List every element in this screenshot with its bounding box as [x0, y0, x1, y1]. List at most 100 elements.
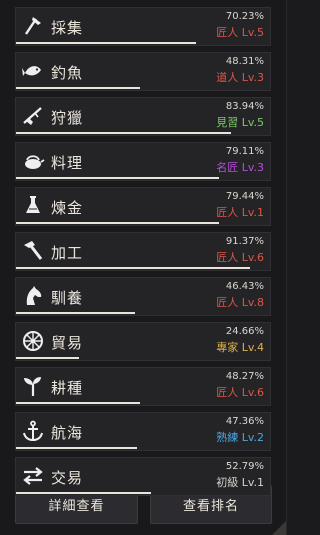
skill-row[interactable]: 狩獵 83.94% 見習 Lv.5 — [15, 97, 271, 136]
fish-icon — [20, 58, 46, 84]
skill-rank-level: 匠人 Lv.5 — [216, 24, 264, 40]
skill-progress-bar — [16, 312, 272, 314]
skill-row[interactable]: 加工 91.37% 匠人 Lv.6 — [15, 232, 271, 271]
cooking-pot-icon — [20, 148, 46, 174]
skill-progress-fill — [16, 357, 80, 359]
skill-name: 交易 — [51, 469, 84, 487]
skill-progress-percent: 48.31% — [225, 56, 264, 67]
horse-head-icon — [20, 283, 46, 309]
skill-row[interactable]: 料理 79.11% 名匠 Lv.3 — [15, 142, 271, 181]
skill-rank: 匠人 — [216, 26, 239, 39]
skill-progress-fill — [16, 267, 250, 269]
skill-level: Lv.6 — [241, 251, 264, 264]
skill-progress-bar — [16, 402, 272, 404]
skill-rank: 道人 — [216, 71, 239, 84]
skill-progress-bar — [16, 222, 272, 224]
skill-level: Lv.6 — [241, 386, 264, 399]
skill-rank-level: 道人 Lv.3 — [216, 69, 264, 85]
skill-name: 加工 — [51, 244, 84, 262]
skill-rank: 名匠 — [216, 161, 239, 174]
skill-row[interactable]: 交易 52.79% 初級 Lv.1 — [15, 457, 271, 496]
skill-row[interactable]: 航海 47.36% 熟練 Lv.2 — [15, 412, 271, 451]
skill-progress-percent: 83.94% — [225, 101, 264, 112]
skill-progress-percent: 24.66% — [225, 326, 264, 337]
skill-progress-fill — [16, 87, 140, 89]
skill-row[interactable]: 耕種 48.27% 匠人 Lv.6 — [15, 367, 271, 406]
skill-progress-fill — [16, 177, 219, 179]
life-skills-panel: 詳細查看 查看排名 採集 70.23% 匠人 Lv.5 釣魚 48.31% 道人 Lv.3… — [0, 0, 287, 535]
skill-name: 釣魚 — [51, 64, 84, 82]
skill-row[interactable]: 煉金 79.44% 匠人 Lv.1 — [15, 187, 271, 226]
skill-name: 料理 — [51, 154, 84, 172]
skill-rank-level: 匠人 Lv.8 — [216, 294, 264, 310]
skill-progress-percent: 79.44% — [225, 191, 264, 202]
skill-progress-percent: 46.43% — [225, 281, 264, 292]
skill-rank: 初級 — [216, 476, 239, 489]
skill-rank-level: 見習 Lv.5 — [216, 114, 264, 130]
skill-rank: 匠人 — [216, 206, 239, 219]
skill-progress-bar — [16, 87, 272, 89]
skill-progress-percent: 70.23% — [225, 11, 264, 22]
skill-rank-level: 匠人 Lv.1 — [216, 204, 264, 220]
skill-rank-level: 專家 Lv.4 — [216, 339, 264, 355]
hammer-icon — [20, 238, 46, 264]
skill-rank-level: 名匠 Lv.3 — [216, 159, 264, 175]
skill-progress-fill — [16, 492, 152, 494]
skill-level: Lv.5 — [241, 116, 264, 129]
skill-row[interactable]: 採集 70.23% 匠人 Lv.5 — [15, 7, 271, 46]
skill-name: 貿易 — [51, 334, 84, 352]
skill-rank-level: 熟練 Lv.2 — [216, 429, 264, 445]
skill-rank: 專家 — [216, 341, 239, 354]
skill-rank-level: 初級 Lv.1 — [216, 474, 264, 490]
wagon-wheel-icon — [20, 328, 46, 354]
flask-icon — [20, 193, 46, 219]
skill-progress-fill — [16, 132, 231, 134]
skill-row[interactable]: 貿易 24.66% 專家 Lv.4 — [15, 322, 271, 361]
skill-progress-fill — [16, 222, 220, 224]
skill-rank: 匠人 — [216, 251, 239, 264]
skill-progress-bar — [16, 132, 272, 134]
skill-progress-bar — [16, 447, 272, 449]
skill-name: 煉金 — [51, 199, 84, 217]
skill-progress-fill — [16, 447, 138, 449]
skill-progress-bar — [16, 357, 272, 359]
skill-progress-fill — [16, 402, 140, 404]
skill-name: 狩獵 — [51, 109, 84, 127]
skill-level: Lv.1 — [241, 206, 264, 219]
exchange-arrows-icon — [20, 463, 46, 489]
axe-icon — [20, 13, 46, 39]
skill-rank: 熟練 — [216, 431, 239, 444]
skill-rank-level: 匠人 Lv.6 — [216, 249, 264, 265]
skill-rank: 見習 — [216, 116, 239, 129]
skill-progress-percent: 79.11% — [225, 146, 264, 157]
skill-progress-percent: 52.79% — [225, 461, 264, 472]
skill-rank: 匠人 — [216, 296, 239, 309]
musket-icon — [20, 103, 46, 129]
skill-level: Lv.3 — [241, 71, 264, 84]
resize-corner-icon[interactable] — [272, 521, 286, 535]
skill-name: 耕種 — [51, 379, 84, 397]
skill-rank: 匠人 — [216, 386, 239, 399]
skill-row[interactable]: 馴養 46.43% 匠人 Lv.8 — [15, 277, 271, 316]
skill-level: Lv.2 — [241, 431, 264, 444]
anchor-icon — [20, 418, 46, 444]
skill-progress-bar — [16, 492, 272, 494]
skill-level: Lv.3 — [241, 161, 264, 174]
skill-level: Lv.8 — [241, 296, 264, 309]
skill-name: 航海 — [51, 424, 84, 442]
skill-progress-percent: 48.27% — [225, 371, 264, 382]
skill-level: Lv.4 — [241, 341, 264, 354]
skill-progress-bar — [16, 42, 272, 44]
skill-level: Lv.5 — [241, 26, 264, 39]
skill-progress-fill — [16, 312, 135, 314]
skill-progress-fill — [16, 42, 196, 44]
sprout-icon — [20, 373, 46, 399]
skill-row[interactable]: 釣魚 48.31% 道人 Lv.3 — [15, 52, 271, 91]
skill-progress-percent: 91.37% — [225, 236, 264, 247]
skill-progress-bar — [16, 267, 272, 269]
skill-progress-percent: 47.36% — [225, 416, 264, 427]
skill-name: 馴養 — [51, 289, 84, 307]
skill-progress-bar — [16, 177, 272, 179]
skill-level: Lv.1 — [241, 476, 264, 489]
skill-rank-level: 匠人 Lv.6 — [216, 384, 264, 400]
